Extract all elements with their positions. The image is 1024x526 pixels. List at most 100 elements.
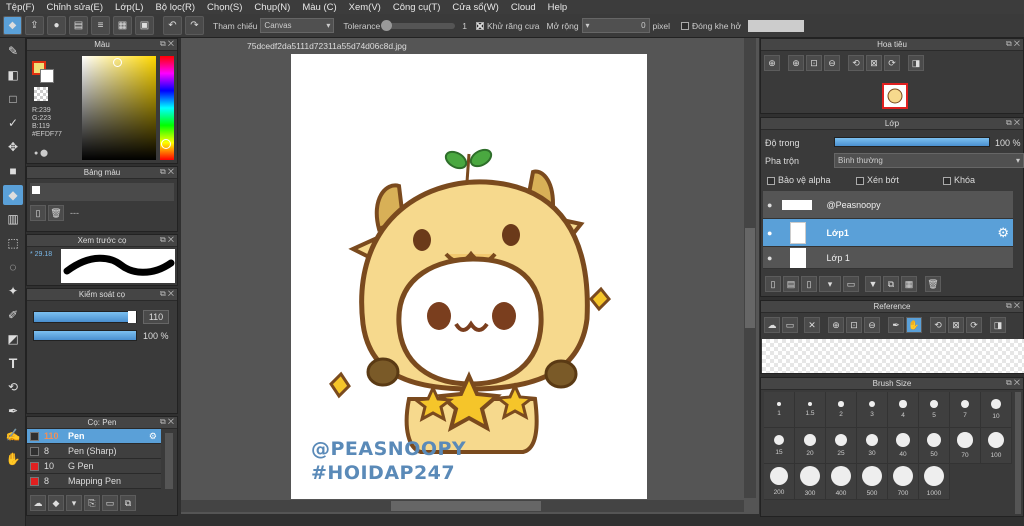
brush-size-scrollbar[interactable] [1015, 392, 1021, 514]
brush-icon[interactable]: ✎ [3, 41, 23, 61]
reference-select[interactable]: Canvas ▾ [260, 18, 335, 33]
select-pen-icon[interactable]: ✐ [3, 305, 23, 325]
layer-row-selected[interactable]: ● Lớp1 ⚙ [763, 219, 1013, 247]
eyedropper-icon[interactable]: ✒ [888, 317, 904, 333]
folder-icon[interactable]: ▭ [843, 276, 859, 292]
horizontal-scrollbar[interactable] [181, 500, 744, 512]
layer-row[interactable]: ● Lớp 1 [763, 247, 1013, 269]
brush-size-cell[interactable]: 7 [950, 392, 981, 428]
antialias-checkbox[interactable]: Khử răng cưa [476, 21, 540, 31]
zoom-out-icon[interactable]: ⊖ [864, 317, 880, 333]
new-layer-icon[interactable]: ▯ [765, 276, 781, 292]
rotate-left-icon[interactable]: ⟲ [848, 55, 864, 71]
panel-buttons[interactable]: ⧉ ✕ [160, 167, 174, 177]
navigator-thumbnail[interactable] [882, 83, 908, 109]
brush-size-cell[interactable]: 1.5 [795, 392, 826, 428]
cloud-icon[interactable]: ☁ [764, 317, 780, 333]
undo-icon[interactable]: ↶ [163, 16, 182, 35]
new-palette-icon[interactable]: ▯ [30, 205, 46, 221]
zoom-in-icon[interactable]: ⊕ [764, 55, 780, 71]
delete-icon[interactable]: 🗑 [925, 276, 941, 292]
eraser-icon[interactable]: ◧ [3, 65, 23, 85]
brush-size-cell[interactable]: 1 [764, 392, 795, 428]
tolerance-slider[interactable] [381, 19, 456, 31]
gear-icon[interactable]: ⚙ [997, 225, 1009, 241]
folder-icon[interactable]: ▭ [102, 495, 118, 511]
protect-alpha-checkbox[interactable]: Bảo vệ alpha [767, 175, 831, 185]
canvas-area[interactable]: 75dcedf2da5111d72311a55d74d06c8d.jpg @PE… [181, 38, 759, 514]
rotate-right-icon[interactable]: ⟳ [966, 317, 982, 333]
layer-opacity-slider[interactable] [834, 137, 990, 147]
open-folder-icon[interactable]: ▭ [782, 317, 798, 333]
brush-size-cell[interactable]: 400 [826, 464, 857, 500]
brush-list-item[interactable]: 10 G Pen [27, 459, 161, 474]
brush-size-cell[interactable]: 30 [857, 428, 888, 464]
chat-icon[interactable]: ● [47, 16, 66, 35]
close-icon[interactable]: ✕ [804, 317, 820, 333]
palette-swatch[interactable] [32, 186, 40, 194]
layer-settings-icon[interactable]: ▦ [901, 276, 917, 292]
hand-icon[interactable]: ✋ [906, 317, 922, 333]
slider-knob[interactable] [128, 311, 136, 323]
visibility-icon[interactable]: ● [767, 228, 772, 238]
brush-size-value[interactable]: 110 [143, 310, 169, 324]
expand-stepper[interactable]: ▾ 0 [581, 18, 650, 33]
brush-list-scrollbar[interactable] [165, 433, 173, 489]
menu-item[interactable]: Màu (C) [296, 2, 342, 13]
brush-list-item[interactable]: 110 Pen ⚙ [27, 429, 161, 444]
panel-buttons[interactable]: ⧉ ✕ [160, 417, 174, 427]
panel-buttons[interactable]: ⧉ ✕ [1006, 39, 1020, 49]
close-gap-slider[interactable] [748, 19, 805, 32]
flip-icon[interactable]: ◨ [908, 55, 924, 71]
canvas-paper[interactable]: @PEASNOOPY #HOIDAP247 [291, 54, 647, 499]
brush-size-cell[interactable]: 20 [795, 428, 826, 464]
document-tab[interactable]: 75dcedf2da5111d72311a55d74d06c8d.jpg [247, 41, 407, 51]
menu-item[interactable]: Lớp(L) [109, 2, 149, 13]
menu-item[interactable]: Chọn(S) [201, 2, 248, 13]
brush-size-cell[interactable]: 200 [764, 464, 795, 500]
brush-size-cell[interactable]: 40 [888, 428, 919, 464]
visibility-icon[interactable]: ● [767, 253, 772, 263]
brush-size-cell[interactable]: 3 [857, 392, 888, 428]
menu-item[interactable]: Help [542, 2, 574, 13]
reset-icon[interactable]: ⊠ [866, 55, 882, 71]
redo-icon[interactable]: ↷ [185, 16, 204, 35]
menu-item[interactable]: Chỉnh sửa(E) [41, 2, 110, 13]
panel-buttons[interactable]: ⧉ ✕ [160, 39, 174, 49]
hand-icon[interactable]: ✋ [3, 449, 23, 469]
panel-buttons[interactable]: ⧉ ✕ [1006, 378, 1020, 388]
eyedropper-icon[interactable]: ✒ [3, 401, 23, 421]
opacity-slider[interactable] [33, 330, 137, 341]
fit-icon[interactable]: ⊡ [806, 55, 822, 71]
lasso-icon[interactable]: ◌ [3, 257, 23, 277]
rectangle-icon[interactable]: □ [3, 89, 23, 109]
select-eraser-icon[interactable]: ◩ [3, 329, 23, 349]
brush-size-cell[interactable]: 100 [981, 428, 1012, 464]
share-icon[interactable]: ⇪ [25, 16, 44, 35]
layer-row[interactable]: ● @Peasnoopy [763, 191, 1013, 219]
grid-icon[interactable]: ▦ [113, 16, 132, 35]
panel-buttons[interactable]: ⧉ ✕ [1006, 118, 1020, 128]
panel-buttons[interactable]: ⧉ ✕ [160, 289, 174, 299]
hand-pen-icon[interactable]: ✍ [3, 425, 23, 445]
panel-buttons[interactable]: ⧉ ✕ [160, 235, 174, 245]
brush-size-slider[interactable] [33, 311, 137, 323]
text-icon[interactable]: T [3, 353, 23, 373]
cloud-icon[interactable]: ☁ [30, 495, 46, 511]
menu-item[interactable]: Cloud [505, 2, 542, 13]
scroll-thumb[interactable] [391, 501, 541, 511]
brush-size-cell[interactable]: 25 [826, 428, 857, 464]
add-brush-icon[interactable]: ▾ [66, 495, 82, 511]
brush-size-cell[interactable]: 10 [981, 392, 1012, 428]
palette-swatches[interactable] [30, 183, 174, 201]
flip-icon[interactable]: ◨ [990, 317, 1006, 333]
vertical-scrollbar[interactable] [744, 38, 756, 498]
bucket-icon[interactable]: ◆ [3, 185, 23, 205]
rotate-right-icon[interactable]: ⟳ [884, 55, 900, 71]
brush-settings-icon[interactable]: ◆ [48, 495, 64, 511]
reset-icon[interactable]: ⊠ [948, 317, 964, 333]
color-mode-buttons[interactable]: ● ⬤ [34, 149, 48, 157]
bucket-icon[interactable]: ◆ [3, 16, 22, 35]
zoom-in-icon[interactable]: ⊕ [828, 317, 844, 333]
brush-size-cell[interactable]: 15 [764, 428, 795, 464]
